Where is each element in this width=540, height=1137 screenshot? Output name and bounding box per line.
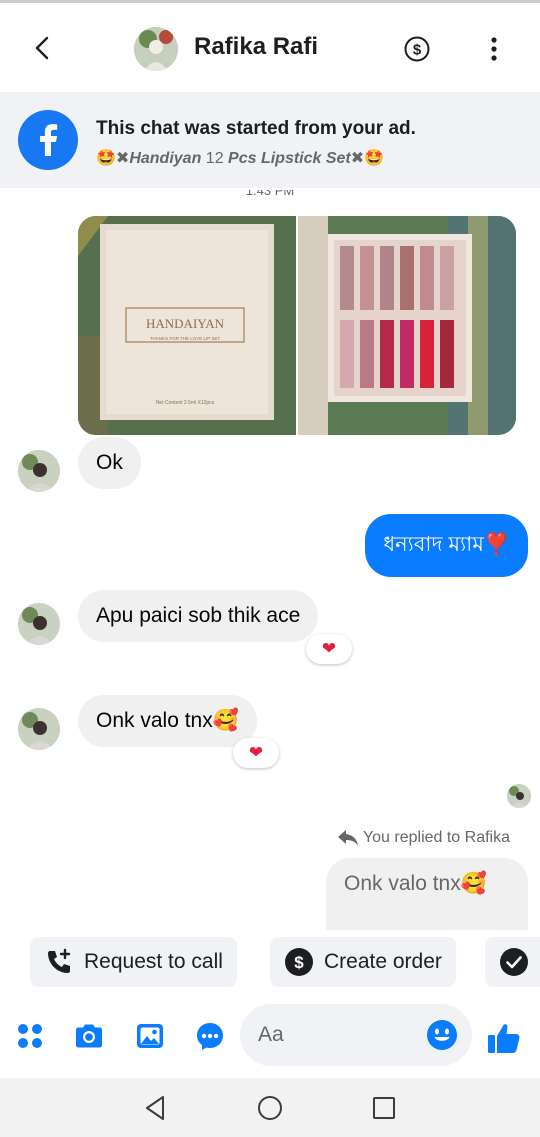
kebab-menu-icon[interactable]: [482, 35, 506, 63]
nav-home-icon[interactable]: [255, 1093, 285, 1123]
reply-arrow-icon: [337, 830, 358, 846]
ad-banner-subtitle: 🤩✖Handiyan 12 Pcs Lipstick Set✖🤩: [96, 150, 385, 167]
chat-bubble-icon[interactable]: [194, 1020, 226, 1052]
phone-plus-icon: [48, 948, 71, 973]
box-content-text: Net Content 2.5ml X12pcs: [156, 400, 215, 406]
back-arrow-icon[interactable]: [28, 33, 58, 63]
seen-avatar: [507, 784, 531, 808]
emoji-icon[interactable]: [426, 1019, 458, 1051]
create-order-label: Create order: [324, 950, 442, 973]
message-composer: [0, 996, 540, 1078]
camera-icon[interactable]: [73, 1020, 105, 1052]
photo-lipstick-box[interactable]: HANDAIYAN THANKS FOR THE LOVE LIP SET Ne…: [78, 216, 296, 435]
android-navigation-bar: [0, 1078, 540, 1137]
ad-banner-title: This chat was started from your ad.: [96, 118, 416, 139]
thumbs-up-icon[interactable]: [486, 1020, 522, 1056]
quick-actions-bar: Request to call $ Create order: [0, 930, 540, 994]
contact-avatar-small[interactable]: [18, 708, 60, 750]
svg-text:$: $: [413, 42, 422, 59]
menu-grid-icon[interactable]: [14, 1020, 46, 1052]
facebook-logo-icon: [18, 110, 78, 170]
reply-label: You replied to Rafika: [362, 829, 510, 846]
photo-lipstick-set[interactable]: [298, 216, 516, 435]
create-order-button[interactable]: $ Create order: [270, 937, 456, 987]
dollar-circle-icon: $: [285, 948, 313, 976]
box-brand-text: HANDAIYAN: [146, 316, 225, 331]
heart-reaction[interactable]: ❤: [306, 634, 352, 664]
photo-message[interactable]: HANDAIYAN THANKS FOR THE LOVE LIP SET Ne…: [78, 216, 516, 435]
request-to-call-label: Request to call: [84, 950, 223, 973]
check-circle-icon: [500, 948, 528, 976]
box-caption-text: THANKS FOR THE LOVE LIP SET: [150, 336, 221, 341]
message-input-wrapper: [240, 1004, 472, 1066]
message-bubble[interactable]: Onk valo tnx🥰: [78, 695, 257, 747]
reply-indicator: You replied to Rafika: [337, 828, 510, 848]
ad-banner[interactable]: This chat was started from your ad. 🤩✖Ha…: [0, 92, 540, 188]
heart-reaction[interactable]: ❤: [233, 738, 279, 768]
svg-text:$: $: [294, 953, 304, 972]
contact-name[interactable]: Rafika Rafi: [194, 33, 318, 61]
gallery-icon[interactable]: [134, 1020, 166, 1052]
contact-avatar-small[interactable]: [18, 450, 60, 492]
nav-recents-icon[interactable]: [369, 1093, 399, 1123]
chat-header: Rafika Rafi $: [0, 3, 540, 91]
request-to-call-button[interactable]: Request to call: [30, 937, 237, 987]
quoted-message[interactable]: Onk valo tnx🥰: [326, 858, 528, 938]
message-bubble-outgoing[interactable]: ধন্যবাদ ম্যাম❣️: [365, 514, 528, 577]
mark-done-button[interactable]: [485, 937, 540, 987]
contact-avatar-small[interactable]: [18, 603, 60, 645]
message-bubble[interactable]: Ok: [78, 437, 141, 489]
nav-back-icon[interactable]: [141, 1093, 171, 1123]
message-input[interactable]: [258, 1004, 418, 1066]
contact-avatar[interactable]: [134, 27, 178, 71]
message-bubble[interactable]: Apu paici sob thik ace: [78, 590, 319, 642]
dollar-circle-icon[interactable]: $: [404, 36, 430, 62]
